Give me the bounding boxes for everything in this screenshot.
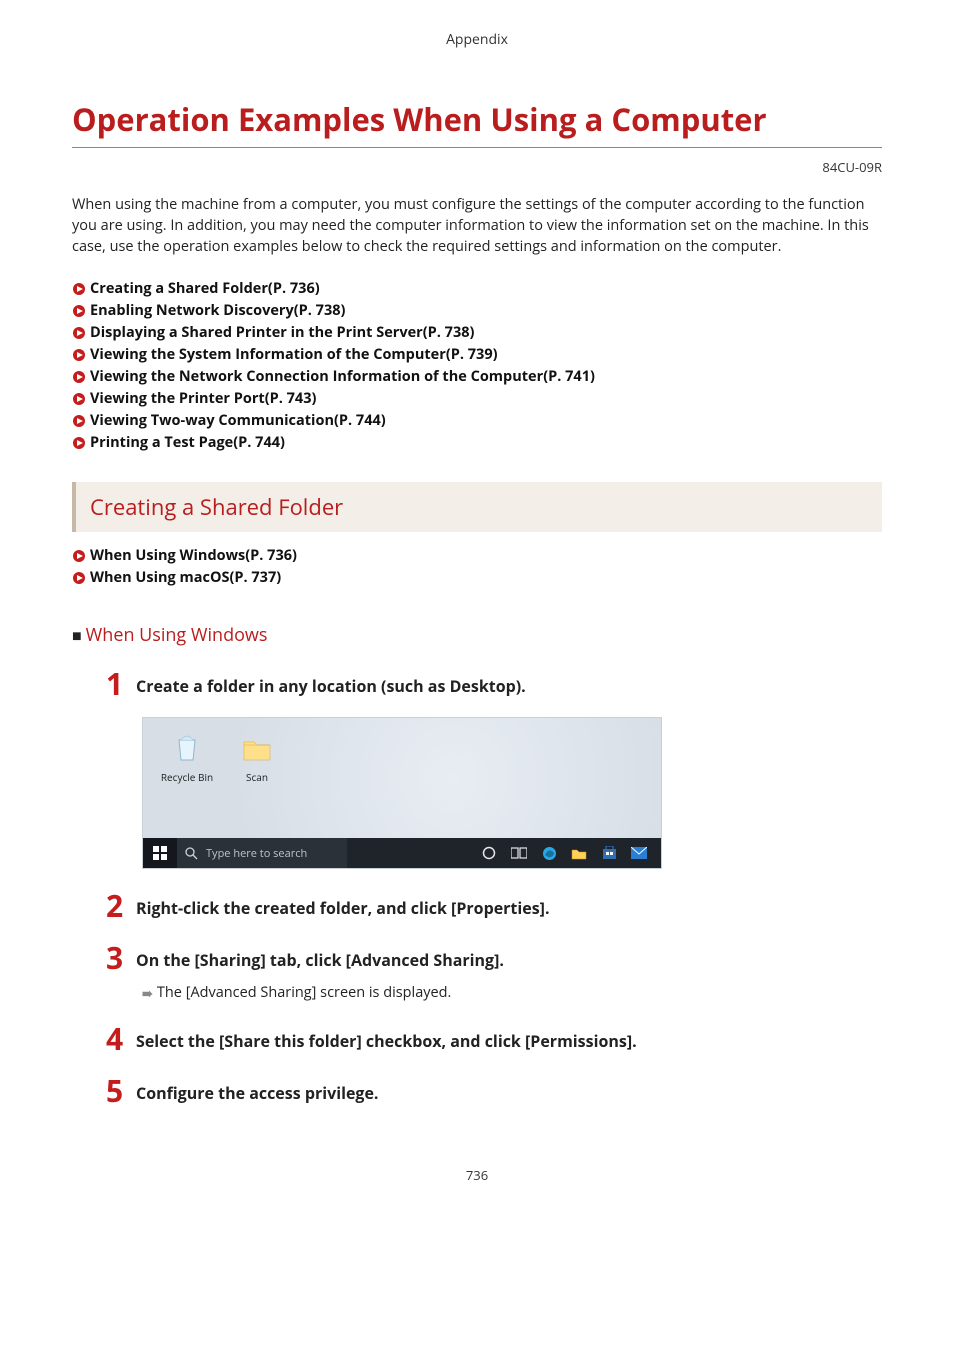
step-number: 4 — [106, 1024, 136, 1054]
cortana-icon[interactable] — [481, 845, 497, 861]
topic-link[interactable]: Viewing the Network Connection Informati… — [72, 367, 882, 386]
topic-link[interactable]: Viewing Two-way Communication(P. 744) — [72, 411, 882, 430]
play-icon — [72, 414, 86, 428]
play-icon — [72, 549, 86, 563]
step-text: Configure the access privilege. — [136, 1076, 378, 1104]
topic-link-label: Displaying a Shared Printer in the Print… — [90, 323, 474, 342]
play-icon — [72, 571, 86, 585]
task-view-icon[interactable] — [511, 845, 527, 861]
step-number: 3 — [106, 943, 136, 973]
topic-link-label: Enabling Network Discovery(P. 738) — [90, 301, 345, 320]
mail-icon[interactable] — [631, 845, 647, 861]
start-button[interactable] — [143, 838, 177, 868]
taskbar-icons — [481, 845, 661, 861]
scan-folder-label: Scan — [227, 770, 287, 784]
scan-folder-icon: Scan — [227, 732, 287, 784]
play-icon — [72, 348, 86, 362]
step-text: Select the [Share this folder] checkbox,… — [136, 1024, 637, 1052]
header-section-label: Appendix — [72, 30, 882, 49]
topic-link[interactable]: Viewing the System Information of the Co… — [72, 345, 882, 364]
search-icon — [185, 847, 198, 860]
taskbar: Type here to search — [143, 838, 661, 868]
recycle-bin-icon: Recycle Bin — [157, 732, 217, 784]
step-number: 1 — [106, 669, 136, 699]
result-arrow-icon: ➠ — [142, 984, 151, 1002]
sub-link-list: When Using Windows(P. 736) When Using ma… — [72, 546, 882, 587]
topic-link[interactable]: Printing a Test Page(P. 744) — [72, 433, 882, 452]
topic-link-label: Viewing the Printer Port(P. 743) — [90, 389, 316, 408]
topic-link-label: Viewing the System Information of the Co… — [90, 345, 498, 364]
step-text: Right-click the created folder, and clic… — [136, 891, 550, 919]
step-2: 2 Right-click the created folder, and cl… — [106, 891, 882, 921]
step-number: 5 — [106, 1076, 136, 1106]
step-note-text: The [Advanced Sharing] screen is display… — [157, 983, 451, 1002]
topic-link[interactable]: Creating a Shared Folder(P. 736) — [72, 279, 882, 298]
edge-icon[interactable] — [541, 845, 557, 861]
step-1: 1 Create a folder in any location (such … — [106, 669, 882, 699]
section-heading-label: Creating a Shared Folder — [90, 492, 868, 522]
subsection-heading-label: When Using Windows — [86, 623, 268, 647]
step-text: On the [Sharing] tab, click [Advanced Sh… — [136, 943, 504, 971]
sub-link[interactable]: When Using Windows(P. 736) — [72, 546, 882, 565]
play-icon — [72, 304, 86, 318]
recycle-bin-label: Recycle Bin — [157, 770, 217, 784]
taskbar-search-placeholder: Type here to search — [206, 846, 307, 861]
sub-link-label: When Using Windows(P. 736) — [90, 546, 297, 565]
taskbar-search[interactable]: Type here to search — [177, 838, 347, 868]
desktop-area: Recycle Bin Scan — [143, 718, 661, 838]
square-icon: ■ — [72, 624, 82, 646]
page-number: 736 — [72, 1166, 882, 1184]
topic-link-list: Creating a Shared Folder(P. 736) Enablin… — [72, 279, 882, 452]
topic-link[interactable]: Displaying a Shared Printer in the Print… — [72, 323, 882, 342]
step-5: 5 Configure the access privilege. — [106, 1076, 882, 1106]
step-text: Create a folder in any location (such as… — [136, 669, 526, 697]
topic-link-label: Printing a Test Page(P. 744) — [90, 433, 285, 452]
topic-link-label: Viewing Two-way Communication(P. 744) — [90, 411, 386, 430]
play-icon — [72, 370, 86, 384]
sub-link-label: When Using macOS(P. 737) — [90, 568, 281, 587]
intro-paragraph: When using the machine from a computer, … — [72, 194, 882, 257]
topic-link[interactable]: Enabling Network Discovery(P. 738) — [72, 301, 882, 320]
play-icon — [72, 392, 86, 406]
windows-icon — [153, 846, 167, 860]
section-heading: Creating a Shared Folder — [72, 482, 882, 532]
step-3-note: ➠ The [Advanced Sharing] screen is displ… — [142, 983, 882, 1002]
topic-link[interactable]: Viewing the Printer Port(P. 743) — [72, 389, 882, 408]
topic-link-label: Viewing the Network Connection Informati… — [90, 367, 595, 386]
topic-link-label: Creating a Shared Folder(P. 736) — [90, 279, 320, 298]
play-icon — [72, 436, 86, 450]
page-title: Operation Examples When Using a Computer — [72, 99, 882, 148]
desktop-screenshot: Recycle Bin Scan Type here to search — [142, 717, 662, 869]
explorer-icon[interactable] — [571, 845, 587, 861]
step-number: 2 — [106, 891, 136, 921]
step-3: 3 On the [Sharing] tab, click [Advanced … — [106, 943, 882, 973]
sub-link[interactable]: When Using macOS(P. 737) — [72, 568, 882, 587]
store-icon[interactable] — [601, 845, 617, 861]
document-code: 84CU-09R — [72, 158, 882, 176]
play-icon — [72, 282, 86, 296]
step-4: 4 Select the [Share this folder] checkbo… — [106, 1024, 882, 1054]
play-icon — [72, 326, 86, 340]
subsection-heading: ■ When Using Windows — [72, 623, 882, 647]
